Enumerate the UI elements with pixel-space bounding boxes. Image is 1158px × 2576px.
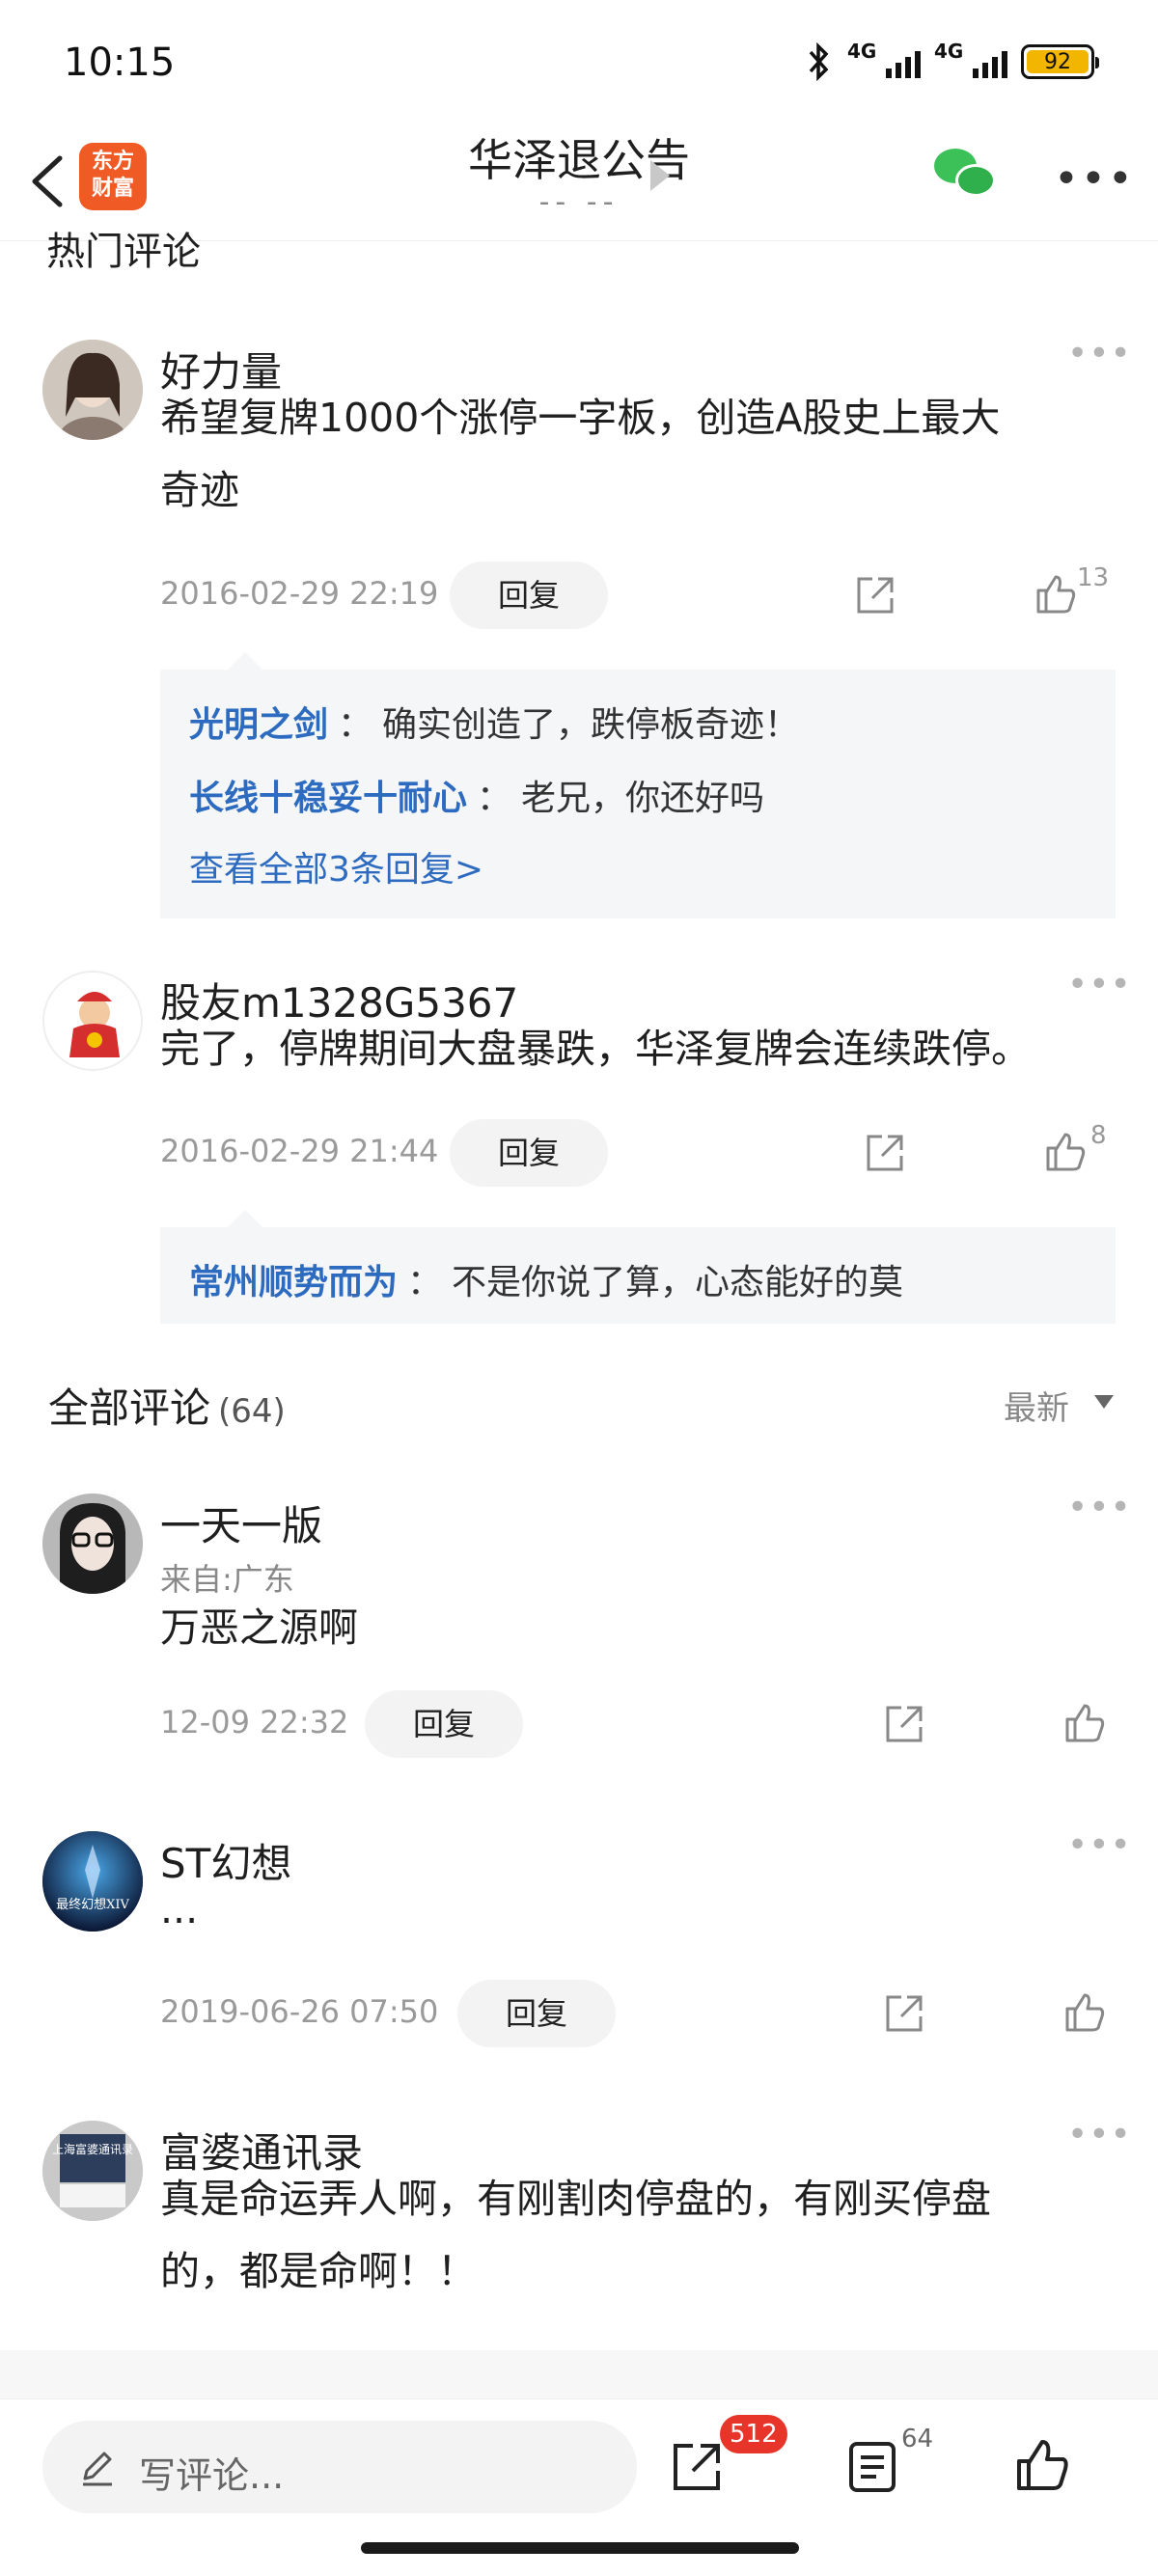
more-options-icon[interactable]: ••• [1067, 2115, 1132, 2154]
avatar[interactable] [42, 1494, 143, 1594]
share-icon[interactable] [668, 2438, 726, 2496]
pencil-icon [83, 2452, 112, 2486]
comment-count: 64 [901, 2425, 934, 2453]
avatar-text: 上海富婆通讯录 [52, 2142, 133, 2156]
wechat-icon[interactable] [934, 149, 998, 203]
comment-text-line: 真是命运弄人啊，有刚割肉停盘的，有刚买停盘 [160, 2176, 991, 2222]
comment-text: ... [160, 1874, 1116, 1946]
comment-time: 2016-02-29 22:19 [160, 575, 439, 612]
reply-author[interactable]: 长线十稳妥十耐心 [189, 779, 467, 818]
like-count: 8 [1090, 1121, 1107, 1150]
reply-button[interactable]: 回复 [450, 1119, 608, 1187]
thumbs-up-icon[interactable] [1042, 1129, 1089, 1175]
more-options-icon[interactable]: ••• [1054, 154, 1135, 204]
write-comment-input[interactable]: 写评论... [42, 2421, 637, 2513]
comment-text: 希望复牌1000个涨停一字板，创造A股史上最大 奇迹 [160, 382, 1116, 527]
play-triangle-icon[interactable] [650, 160, 670, 191]
reply-separator: ： [477, 779, 512, 818]
network-type-2: 4G [934, 40, 964, 63]
battery-level: 92 [1027, 50, 1089, 74]
hot-comments-title: 热门评论 [46, 230, 201, 268]
content-fade [0, 2350, 1158, 2398]
avatar[interactable]: 上海富婆通讯录 [42, 2121, 143, 2221]
avatar[interactable]: 最终幻想XIV [42, 1831, 143, 1932]
view-all-replies-link[interactable]: 查看全部3条回复> [189, 841, 483, 891]
thumbs-up-icon[interactable] [1013, 2436, 1071, 2494]
avatar-text: 最终幻想XIV [56, 1897, 129, 1912]
comment-text-line: 万恶之源啊 [160, 1604, 358, 1651]
share-count-badge: 512 [720, 2415, 787, 2453]
sort-dropdown[interactable]: 最新 [1004, 1382, 1069, 1429]
more-options-icon[interactable]: ••• [1067, 334, 1132, 373]
share-icon[interactable] [853, 573, 897, 617]
bottom-action-bar: 写评论... 512 64 [0, 2398, 1158, 2576]
bluetooth-icon [809, 42, 829, 81]
reply-line[interactable]: 常州顺势而为：不是你说了算，心态能好的莫 [189, 1254, 903, 1304]
more-options-icon[interactable]: ••• [1067, 1488, 1132, 1527]
avatar[interactable] [42, 971, 143, 1071]
share-icon[interactable] [882, 1991, 926, 2036]
comment-text-line: ... [160, 1886, 199, 1932]
reply-button[interactable]: 回复 [365, 1690, 523, 1758]
share-icon[interactable] [882, 1702, 926, 1746]
thumbs-up-icon[interactable] [1033, 571, 1079, 617]
status-bar: 10:15 4G 4G 92 [0, 0, 1158, 125]
comment-text: 完了，停牌期间大盘暴跌，华泽复牌会连续跌停。 [160, 1013, 1116, 1085]
comment-author[interactable]: 一天一版 [160, 1494, 322, 1552]
comment-text-line: 完了，停牌期间大盘暴跌，华泽复牌会连续跌停。 [160, 1026, 1031, 1072]
reply-separator: ： [407, 1263, 443, 1302]
reply-line[interactable]: 长线十稳妥十耐心 ：老兄，你还好吗 [189, 770, 764, 820]
comment-text-line: 奇迹 [160, 467, 239, 513]
all-comments-label: 全部评论 [48, 1384, 211, 1432]
signal-icon: 4G [847, 40, 921, 78]
thumbs-up-icon[interactable] [1062, 1989, 1108, 2036]
reply-button[interactable]: 回复 [450, 562, 608, 629]
status-icons: 4G 4G 92 [805, 40, 1099, 81]
thumbs-up-icon[interactable] [1062, 1700, 1108, 1746]
comments-list-icon[interactable] [843, 2438, 901, 2496]
reply-separator: ： [338, 705, 373, 745]
comment-time: 12-09 22:32 [160, 1704, 349, 1740]
network-type-1: 4G [847, 40, 877, 63]
reply-preview-box: 常州顺势而为：不是你说了算，心态能好的莫 [160, 1210, 1116, 1324]
more-options-icon[interactable]: ••• [1067, 1825, 1132, 1865]
comment-time: 2016-02-29 21:44 [160, 1133, 439, 1169]
comment-text-line: 希望复牌1000个涨停一字板，创造A股史上最大 [160, 395, 1001, 441]
comment-text-line: 的，都是命啊！！ [160, 2248, 477, 2294]
reply-text: 老兄，你还好吗 [521, 779, 765, 818]
comment-text: 真是命运弄人啊，有刚割肉停盘的，有刚买停盘 的，都是命啊！！ [160, 2163, 1116, 2308]
reply-author[interactable]: 常州顺势而为 [189, 1263, 398, 1302]
status-time: 10:15 [64, 41, 176, 85]
all-comments-header: 全部评论 (64) 最新 [0, 1360, 1158, 1447]
battery-icon: 92 [1021, 44, 1099, 79]
reply-text: 不是你说了算，心态能好的莫 [452, 1263, 904, 1302]
more-options-icon[interactable]: ••• [1067, 965, 1132, 1004]
avatar[interactable] [42, 340, 143, 440]
like-count: 13 [1077, 563, 1110, 592]
signal-icon-2: 4G [934, 40, 1007, 78]
write-comment-placeholder: 写评论... [139, 2454, 285, 2497]
caret-down-icon[interactable] [1094, 1395, 1114, 1409]
reply-line[interactable]: 光明之剑：确实创造了，跌停板奇迹！ [189, 697, 799, 747]
all-comments-title: 全部评论 (64) [48, 1376, 286, 1435]
all-comments-count: (64) [218, 1392, 286, 1431]
comment-time: 2019-06-26 07:50 [160, 1993, 439, 2030]
share-icon[interactable] [863, 1131, 907, 1175]
comment-text: 万恶之源啊 [160, 1592, 1116, 1664]
reply-button[interactable]: 回复 [457, 1980, 616, 2047]
reply-preview-box: 光明之剑：确实创造了，跌停板奇迹！ 长线十稳妥十耐心：老兄，你还好吗 查看全部3… [160, 652, 1116, 918]
reply-author[interactable]: 光明之剑 [189, 705, 328, 745]
reply-text: 确实创造了，跌停板奇迹！ [382, 705, 800, 745]
home-indicator[interactable] [361, 2542, 799, 2554]
